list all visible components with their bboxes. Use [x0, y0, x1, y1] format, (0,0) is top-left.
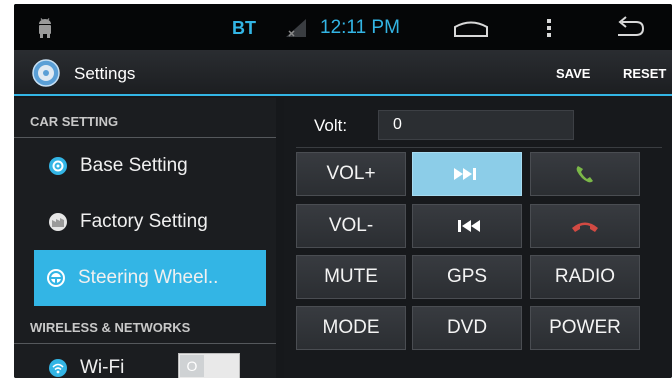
key-label: VOL- — [328, 215, 374, 236]
next-track-icon — [454, 168, 476, 180]
status-bar: BT 12:11 PM — [14, 4, 672, 50]
sidebar-item-label: Steering Wheel.. — [78, 267, 219, 288]
sidebar-item-label: Base Setting — [80, 155, 188, 176]
call-hangup-icon — [572, 222, 598, 232]
steering-wheel-icon — [47, 269, 65, 287]
volt-row: Volt: 0 — [296, 104, 662, 148]
wifi-icon — [49, 359, 67, 377]
key-gps[interactable]: GPS — [412, 255, 522, 299]
clock-time: 12:11 PM — [320, 17, 400, 38]
key-call-answer[interactable] — [530, 152, 640, 196]
save-button[interactable]: SAVE — [556, 66, 590, 81]
sidebar-item-factory-setting[interactable]: Factory Setting — [36, 198, 264, 246]
key-label: POWER — [549, 317, 621, 338]
key-radio[interactable]: RADIO — [530, 255, 640, 299]
section-header-wireless-networks: WIRELESS & NETWORKS — [14, 312, 276, 344]
key-vol-down[interactable]: VOL- — [296, 204, 406, 248]
home-icon[interactable] — [452, 18, 490, 38]
back-icon[interactable] — [612, 16, 646, 40]
bluetooth-status-label: BT — [232, 18, 256, 38]
key-label: MUTE — [324, 266, 378, 287]
key-power[interactable]: POWER — [530, 306, 640, 350]
key-next-track[interactable] — [412, 152, 522, 196]
key-label: RADIO — [554, 266, 616, 287]
reset-button[interactable]: RESET — [623, 66, 666, 81]
volt-value-field: 0 — [378, 110, 574, 140]
key-label: DVD — [446, 317, 488, 338]
action-bar: Settings SAVE RESET — [14, 50, 672, 96]
key-call-hangup[interactable] — [530, 204, 640, 248]
key-vol-up[interactable]: VOL+ — [296, 152, 406, 196]
key-previous-track[interactable] — [412, 204, 522, 248]
page-title: Settings — [74, 64, 136, 83]
key-dvd[interactable]: DVD — [412, 306, 522, 350]
gear-icon — [49, 157, 67, 175]
section-header-car-setting: CAR SETTING — [14, 106, 276, 138]
previous-track-icon — [458, 220, 480, 232]
key-label: MODE — [322, 317, 380, 338]
signal-icon — [286, 19, 306, 37]
sidebar-item-base-setting[interactable]: Base Setting — [36, 142, 264, 190]
volt-label: Volt: — [314, 116, 348, 135]
key-label: VOL+ — [326, 163, 376, 184]
sidebar-item-steering-wheel[interactable]: Steering Wheel.. — [34, 250, 266, 306]
settings-sidebar: CAR SETTING Base Setting Factory Setting — [14, 98, 276, 378]
key-label: GPS — [446, 266, 488, 287]
wifi-toggle[interactable]: O — [178, 353, 240, 378]
android-debug-icon — [39, 18, 51, 38]
wifi-toggle-state: O — [180, 355, 204, 377]
menu-icon[interactable] — [544, 16, 554, 40]
device-screen: BT 12:11 PM Settings SAVE RESET CAR SETT… — [14, 4, 672, 378]
steering-wheel-panel: Volt: 0 VOL+ VOL- MUTE GPS RADIO MODE DV… — [284, 98, 672, 378]
key-mode[interactable]: MODE — [296, 306, 406, 350]
sidebar-item-label: Factory Setting — [80, 211, 208, 232]
call-answer-icon — [576, 166, 593, 183]
settings-app-icon[interactable] — [32, 59, 60, 87]
sidebar-item-label: Wi-Fi — [80, 357, 125, 378]
key-mute[interactable]: MUTE — [296, 255, 406, 299]
factory-icon — [49, 213, 67, 231]
